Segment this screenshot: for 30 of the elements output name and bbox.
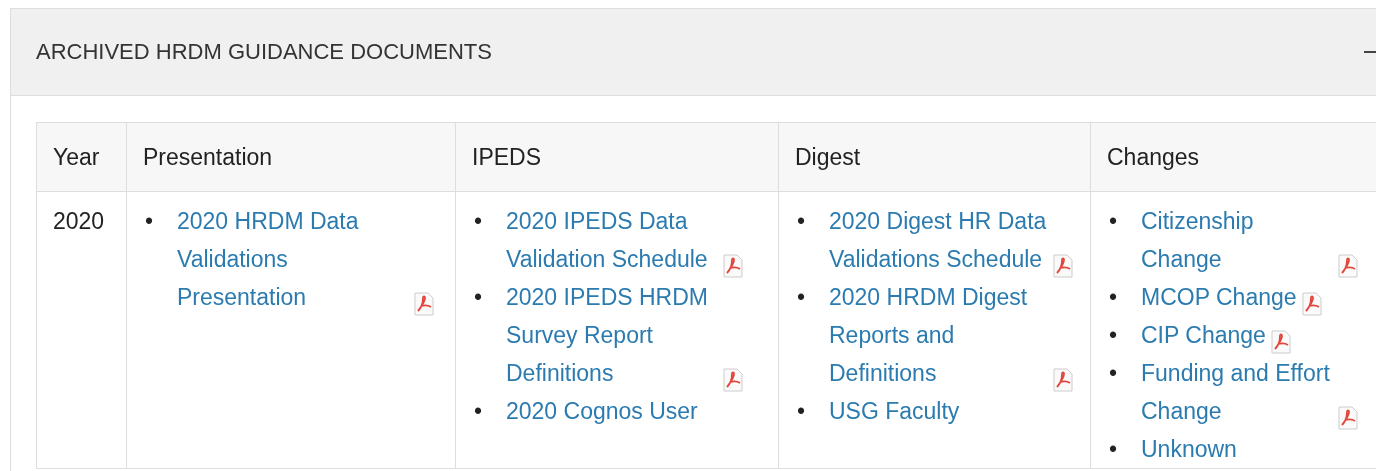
bullet: • xyxy=(797,283,807,312)
document-link[interactable]: 2020 Digest HR Data Validations Schedule xyxy=(829,202,1048,278)
bullet: • xyxy=(474,283,484,312)
bullet: • xyxy=(145,207,155,236)
column-header: Changes xyxy=(1090,122,1376,192)
document-link[interactable]: CIP Change xyxy=(1141,316,1266,354)
column-header: Digest xyxy=(778,122,1091,192)
document-link[interactable]: 2020 Cognos User xyxy=(506,392,698,430)
bullet: • xyxy=(474,397,484,426)
bullet: • xyxy=(1109,283,1119,312)
column-header: IPEDS xyxy=(455,122,779,192)
document-link[interactable]: MCOP Change xyxy=(1141,278,1297,316)
bullet: • xyxy=(797,207,807,236)
bullet: • xyxy=(797,397,807,426)
document-link[interactable]: Funding and Effort Change xyxy=(1141,354,1333,430)
document-link[interactable]: 2020 HRDM Data Validations Presentation xyxy=(177,202,409,316)
column-header: Presentation xyxy=(126,122,456,192)
column-header: Year xyxy=(36,122,127,192)
bullet: • xyxy=(474,207,484,236)
bullet: • xyxy=(1109,435,1119,464)
document-link[interactable]: 2020 HRDM Digest Reports and Definitions xyxy=(829,278,1048,392)
bullet: • xyxy=(1109,321,1119,350)
bullet: • xyxy=(1109,207,1119,236)
document-link[interactable]: 2020 IPEDS HRDM Survey Report Definitions xyxy=(506,278,718,392)
document-link[interactable]: Unknown xyxy=(1141,430,1237,468)
table-cell: 2020 xyxy=(36,191,127,469)
document-link[interactable]: Citizenship Change xyxy=(1141,202,1333,278)
bullet: • xyxy=(1109,359,1119,388)
document-link[interactable]: USG Faculty xyxy=(829,392,960,430)
document-link[interactable]: 2020 IPEDS Data Validation Schedule xyxy=(506,202,718,278)
